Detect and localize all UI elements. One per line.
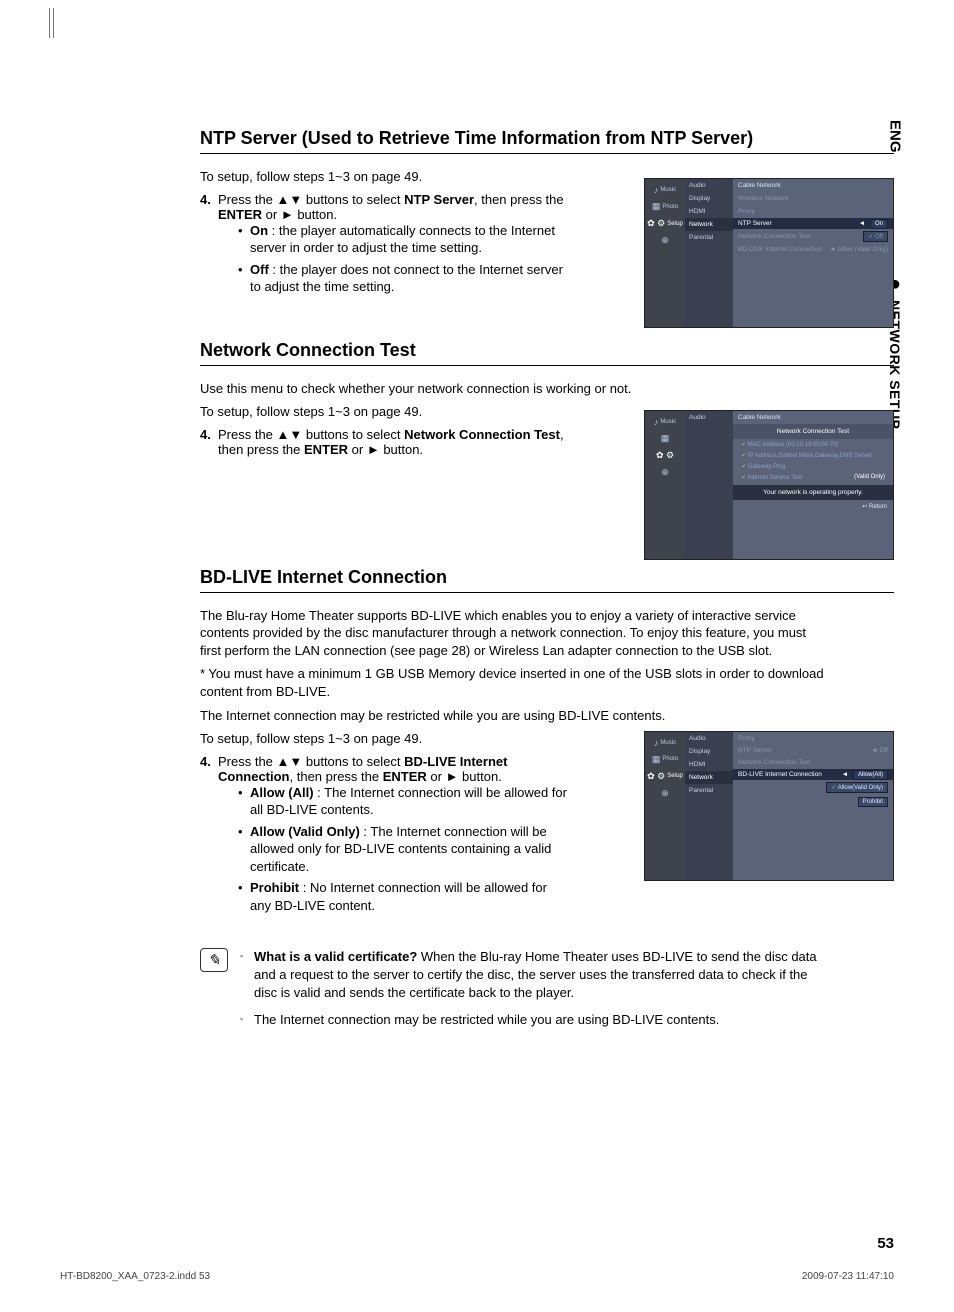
heading-bdlive: BD-LIVE Internet Connection <box>200 567 894 593</box>
screenshot-ntp: ♪Music ▦Photo ✿ ⚙Setup ⊕ Audio Display H… <box>644 178 894 328</box>
bdlive-p2: * You must have a minimum 1 GB USB Memor… <box>200 665 825 700</box>
screenshot-nettest: ♪Music ▦ ✿ ⚙ ⊕ Audio Cable Network Netwo… <box>644 410 894 560</box>
note-box: ✎ What is a valid certificate? When the … <box>200 948 825 1038</box>
screenshot-bdlive: ♪Music ▦Photo ✿ ⚙Setup ⊕ Audio Display H… <box>644 731 894 881</box>
bdlive-p3: The Internet connection may be restricte… <box>200 707 825 725</box>
page-number: 53 <box>877 1235 894 1252</box>
ntp-off: Off : the player does not connect to the… <box>238 261 570 296</box>
note-icon: ✎ <box>200 948 228 972</box>
bdlive-prohibit: Prohibit : No Internet connection will b… <box>238 879 570 914</box>
bdlive-p1: The Blu-ray Home Theater supports BD-LIV… <box>200 607 825 660</box>
heading-ntp: NTP Server (Used to Retrieve Time Inform… <box>200 128 894 154</box>
ntp-on: On : the player automatically connects t… <box>238 222 570 257</box>
bdlive-p4: To setup, follow steps 1~3 on page 49. <box>200 730 570 748</box>
footer-left: HT-BD8200_XAA_0723-2.indd 53 <box>60 1271 210 1282</box>
note-1: What is a valid certificate? When the Bl… <box>240 948 825 1001</box>
bdlive-allow-valid: Allow (Valid Only) : The Internet connec… <box>238 823 570 876</box>
ntp-intro: To setup, follow steps 1~3 on page 49. <box>200 168 570 186</box>
footer-right: 2009-07-23 11:47:10 <box>802 1271 894 1282</box>
nettest-step4: 4. Press the ▲▼ buttons to select Networ… <box>200 427 570 457</box>
bdlive-allow-all: Allow (All) : The Internet connection wi… <box>238 784 570 819</box>
ntp-step4: 4. Press the ▲▼ buttons to select NTP Se… <box>200 192 570 300</box>
nettest-intro: Use this menu to check whether your netw… <box>200 380 825 398</box>
note-2: The Internet connection may be restricte… <box>240 1011 825 1029</box>
nettest-intro2: To setup, follow steps 1~3 on page 49. <box>200 403 570 421</box>
heading-nettest: Network Connection Test <box>200 340 894 366</box>
bdlive-step4: 4. Press the ▲▼ buttons to select BD-LIV… <box>200 754 570 919</box>
